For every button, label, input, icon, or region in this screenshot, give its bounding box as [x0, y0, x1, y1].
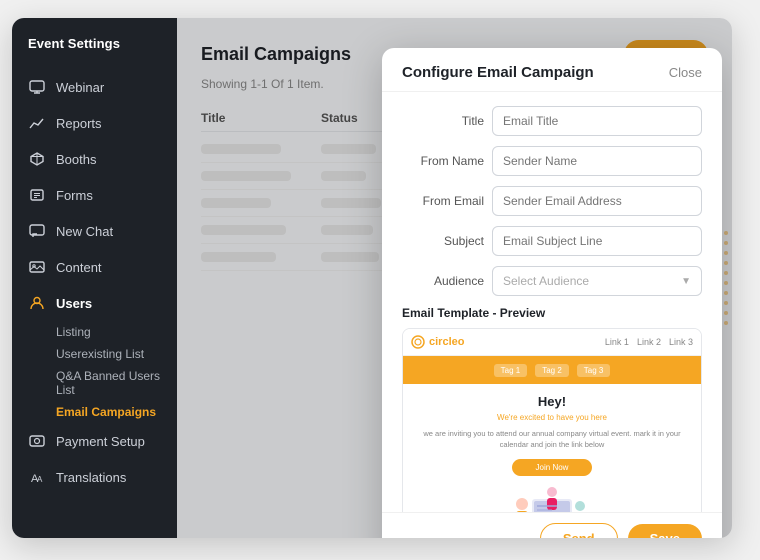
audience-select[interactable]: Select Audience ▼ [492, 266, 702, 296]
dollar-icon [28, 432, 46, 450]
nav-link-2: Link 2 [637, 337, 661, 347]
svg-text:A: A [37, 475, 43, 484]
form-row-title: Title [402, 106, 702, 136]
sidebar-item-booths[interactable]: Booths [12, 141, 177, 177]
sidebar-item-content[interactable]: Content [12, 249, 177, 285]
chart-icon [28, 114, 46, 132]
subject-label: Subject [402, 234, 484, 248]
sidebar-sub-email-campaigns-label: Email Campaigns [56, 405, 156, 419]
sidebar-item-webinar-label: Webinar [56, 80, 104, 95]
sidebar-sub-user-existing-list[interactable]: Userexisting List [12, 343, 177, 365]
subject-input[interactable] [492, 226, 702, 256]
form-row-from-email: From Email [402, 186, 702, 216]
sidebar-item-users-label: Users [56, 296, 92, 311]
modal-header: Configure Email Campaign Close [382, 48, 722, 92]
save-button[interactable]: Save [628, 524, 702, 538]
ep-sub: We're excited to have you here [417, 413, 687, 422]
user-icon [28, 294, 46, 312]
modal-footer: Send Save [382, 512, 722, 538]
audience-placeholder: Select Audience [503, 274, 589, 288]
ep-hey: Hey! [417, 394, 687, 409]
sidebar-item-new-chat[interactable]: New Chat [12, 213, 177, 249]
email-logo: circleo [411, 335, 464, 349]
box-icon [28, 150, 46, 168]
ep-cta-button: Join Now [512, 459, 592, 476]
monitor-icon [28, 78, 46, 96]
sidebar-item-chat-label: New Chat [56, 224, 113, 239]
sidebar-title: Event Settings [12, 36, 177, 69]
nav-link-3: Link 3 [669, 337, 693, 347]
form-row-audience: Audience Select Audience ▼ [402, 266, 702, 296]
text-icon: A A [28, 468, 46, 486]
modal-title: Configure Email Campaign [402, 64, 594, 81]
from-name-label: From Name [402, 154, 484, 168]
chat-icon [28, 222, 46, 240]
sidebar-sub-qa-banned[interactable]: Q&A Banned Users List [12, 365, 177, 401]
sidebar-sub-listing-label: Listing [56, 325, 91, 339]
email-preview-banner: Tag 1 Tag 2 Tag 3 [403, 356, 701, 384]
form-row-subject: Subject [402, 226, 702, 256]
ep-body-text: we are inviting you to attend our annual… [417, 428, 687, 451]
sidebar-item-payment-label: Payment Setup [56, 434, 145, 449]
sidebar-sub-user-existing-label: Userexisting List [56, 347, 144, 361]
sidebar-item-reports-label: Reports [56, 116, 102, 131]
email-preview-body: Hey! We're excited to have you here we a… [403, 384, 701, 512]
sidebar-item-payment-setup[interactable]: Payment Setup [12, 423, 177, 459]
sidebar-item-webinar[interactable]: Webinar [12, 69, 177, 105]
image-icon [28, 258, 46, 276]
audience-label: Audience [402, 274, 484, 288]
from-email-input[interactable] [492, 186, 702, 216]
sidebar-item-forms[interactable]: Forms [12, 177, 177, 213]
form-row-from-name: From Name [402, 146, 702, 176]
modal-body: Title From Name From Email Subject [382, 92, 722, 512]
ep-illustration [417, 484, 687, 513]
sidebar-item-booths-label: Booths [56, 152, 96, 167]
sidebar-item-translations-label: Translations [56, 470, 126, 485]
sidebar-item-users[interactable]: Users [12, 285, 177, 321]
sidebar-item-translations[interactable]: A A Translations [12, 459, 177, 495]
banner-tag-3: Tag 3 [577, 364, 611, 377]
sidebar: Event Settings Webinar Reports [12, 18, 177, 538]
email-preview-nav: circleo Link 1 Link 2 Link 3 [403, 329, 701, 356]
nav-link-1: Link 1 [605, 337, 629, 347]
sidebar-item-reports[interactable]: Reports [12, 105, 177, 141]
list-icon [28, 186, 46, 204]
from-name-input[interactable] [492, 146, 702, 176]
sidebar-sub-email-campaigns[interactable]: Email Campaigns [12, 401, 177, 423]
preview-section-title: Email Template - Preview [402, 306, 702, 320]
sidebar-sub-qa-banned-label: Q&A Banned Users List [56, 369, 160, 397]
send-button[interactable]: Send [540, 523, 618, 538]
logo-text: circleo [429, 336, 464, 348]
banner-tag-1: Tag 1 [494, 364, 528, 377]
from-email-label: From Email [402, 194, 484, 208]
email-preview-nav-links: Link 1 Link 2 Link 3 [605, 337, 693, 347]
configure-email-modal: Configure Email Campaign Close Title Fro… [382, 48, 722, 538]
banner-tag-2: Tag 2 [535, 364, 569, 377]
title-label: Title [402, 114, 484, 128]
main-content: Email Campaigns Create Showing 1-1 Of 1 … [177, 18, 732, 538]
sidebar-item-content-label: Content [56, 260, 102, 275]
modal-close-button[interactable]: Close [669, 65, 702, 80]
chevron-down-icon: ▼ [681, 276, 691, 287]
sidebar-sub-listing[interactable]: Listing [12, 321, 177, 343]
email-preview: circleo Link 1 Link 2 Link 3 Tag 1 Tag 2… [402, 328, 702, 512]
title-input[interactable] [492, 106, 702, 136]
app-window: Event Settings Webinar Reports [12, 18, 732, 538]
sidebar-item-forms-label: Forms [56, 188, 93, 203]
